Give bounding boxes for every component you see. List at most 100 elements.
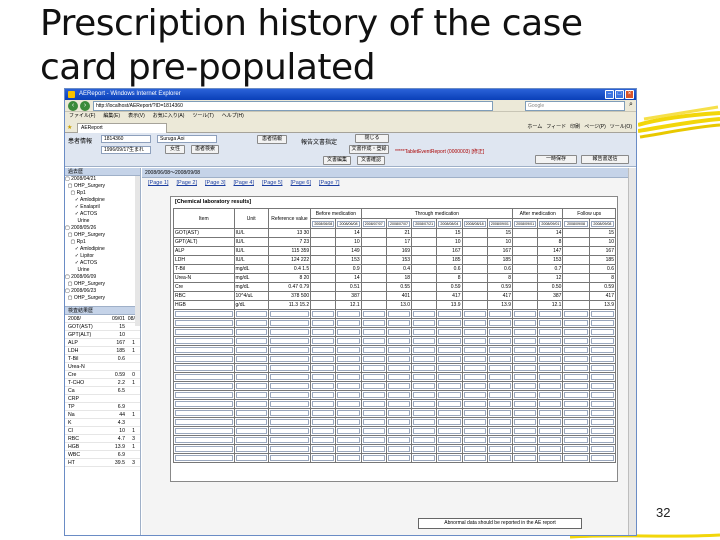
input-cell[interactable] [537,309,564,319]
input-cell[interactable] [486,399,514,409]
input-cell[interactable] [173,363,235,373]
input-cell[interactable] [461,435,488,445]
cell-input[interactable] [514,401,537,407]
input-cell[interactable] [360,354,387,364]
cell-input[interactable] [387,392,411,398]
empty-value-cell[interactable] [310,282,337,292]
input-cell[interactable] [385,453,413,463]
input-cell[interactable] [436,381,463,391]
empty-value-cell[interactable] [360,228,387,238]
cell-input[interactable] [175,383,233,389]
input-cell[interactable] [486,363,514,373]
page-menu[interactable]: ページ(P) [584,123,606,130]
input-cell[interactable] [588,363,617,373]
feed-icon[interactable]: フィード [546,123,566,130]
input-cell[interactable] [537,399,564,409]
value-cell[interactable]: 149 [335,246,362,256]
cell-input[interactable] [413,410,436,416]
input-cell[interactable] [511,318,539,328]
cell-input[interactable] [269,410,310,416]
input-cell[interactable] [436,453,463,463]
empty-value-cell[interactable] [562,291,590,301]
input-cell[interactable] [537,327,564,337]
cell-input[interactable] [337,365,360,371]
input-cell[interactable] [310,417,337,427]
cell-input[interactable] [413,428,436,434]
cell-input[interactable] [387,446,411,452]
search-input[interactable]: Google [525,101,625,111]
cell-input[interactable] [488,410,511,416]
input-cell[interactable] [537,363,564,373]
empty-value-cell[interactable] [310,255,337,265]
input-cell[interactable] [310,444,337,454]
cell-input[interactable] [438,356,461,362]
value-cell[interactable]: 14 [537,228,564,238]
cell-input[interactable] [413,383,436,389]
input-cell[interactable] [360,417,387,427]
input-cell[interactable] [360,372,387,382]
input-cell[interactable] [562,336,590,346]
cell-input[interactable] [590,311,614,317]
cell-input[interactable] [387,356,411,362]
cell-input[interactable] [539,392,562,398]
lab-history-row[interactable]: LDH 185 1 [65,347,140,355]
input-cell[interactable] [335,327,362,337]
input-cell[interactable] [486,345,514,355]
cell-input[interactable] [488,347,511,353]
date-field[interactable]: 2008/09/08 [564,220,588,227]
cell-input[interactable] [235,347,267,353]
cell-input[interactable] [269,383,310,389]
input-cell[interactable] [267,327,312,337]
forward-icon[interactable]: › [80,101,90,111]
cell-input[interactable] [590,365,614,371]
input-cell[interactable] [233,426,269,436]
input-cell[interactable] [562,363,590,373]
cell-input[interactable] [413,401,436,407]
cell-input[interactable] [438,428,461,434]
lab-history-row[interactable]: RBC 4.7 3 [65,435,140,443]
lab-history-row[interactable]: GPT(ALT) 10 [65,331,140,339]
empty-value-cell[interactable] [360,237,387,247]
input-cell[interactable] [461,372,488,382]
input-cell[interactable] [436,327,463,337]
value-cell[interactable]: 21 [385,228,413,238]
cell-input[interactable] [362,428,385,434]
empty-value-cell[interactable] [511,273,539,283]
date-field[interactable]: 2008/09/08 [590,220,614,227]
cell-input[interactable] [337,311,360,317]
input-cell[interactable] [486,381,514,391]
cell-input[interactable] [235,446,267,452]
input-cell[interactable] [173,390,235,400]
empty-value-cell[interactable] [411,255,438,265]
tree-item[interactable]: ✓ ACTOS [65,211,140,218]
input-cell[interactable] [436,336,463,346]
input-cell[interactable] [562,417,590,427]
cell-input[interactable] [463,392,486,398]
cell-input[interactable] [463,410,486,416]
back-icon[interactable]: ‹ [68,101,78,111]
input-cell[interactable] [233,390,269,400]
cell-input[interactable] [488,383,511,389]
cell-input[interactable] [235,437,267,443]
cell-input[interactable] [514,392,537,398]
cell-input[interactable] [312,311,335,317]
input-cell[interactable] [385,417,413,427]
input-cell[interactable] [233,336,269,346]
cell-input[interactable] [337,383,360,389]
input-cell[interactable] [360,363,387,373]
empty-value-cell[interactable] [562,300,590,310]
cell-input[interactable] [235,392,267,398]
tree-item[interactable]: ▢ OHP_Surgery [65,295,140,302]
lab-history-row[interactable]: K 4.3 [65,419,140,427]
cell-input[interactable] [235,338,267,344]
input-cell[interactable] [310,327,337,337]
cell-input[interactable] [564,338,588,344]
input-cell[interactable] [562,435,590,445]
url-input[interactable]: http://localhost/AEReport/?ID=1814360 [93,101,493,111]
input-cell[interactable] [411,417,438,427]
input-cell[interactable] [511,417,539,427]
cell-input[interactable] [463,347,486,353]
value-cell[interactable]: 401 [385,291,413,301]
cell-input[interactable] [362,437,385,443]
empty-value-cell[interactable] [411,228,438,238]
